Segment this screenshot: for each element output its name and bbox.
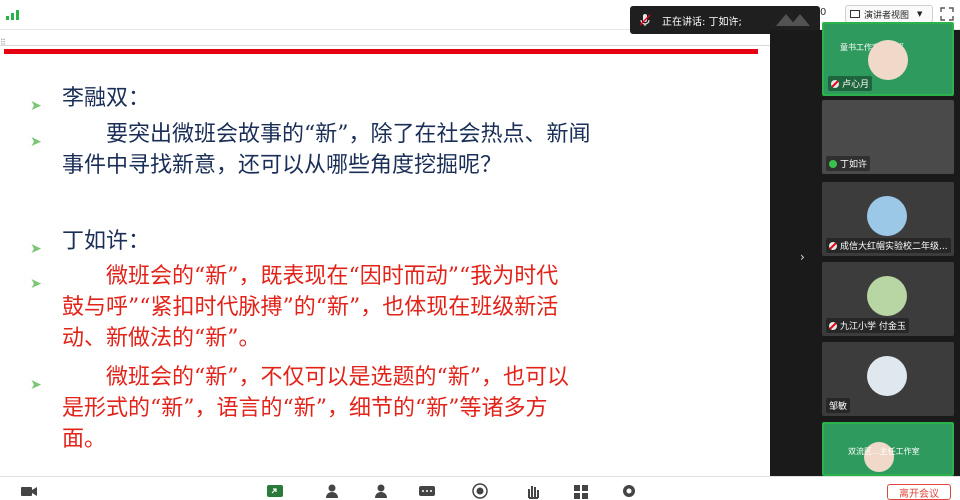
meeting-toolbar (0, 476, 960, 499)
slide-line: 面。 (62, 427, 107, 452)
participant-tile[interactable]: 邹敏 (822, 342, 954, 416)
settings-gear-icon[interactable] (620, 483, 638, 499)
zoom-value: 0 (820, 7, 827, 18)
participant-name: 邹敏 (829, 402, 848, 412)
bullet-arrow-icon: ➤ (30, 377, 42, 393)
slide-paragraph-2: ➤ 要突出微班会故事的“新”，除了在社会热点、新闻 事件中寻找新意，还可以从哪些… (30, 119, 591, 181)
participant-name-label: 九江小学 付金玉 (826, 318, 909, 333)
participant-name: 丁如许 (840, 160, 868, 170)
mic-muted-icon (831, 79, 839, 88)
slide-paragraph-4: ➤ 微班会的“新”，既表现在“因时而动”“我为时代 鼓与呼”“紧扣时代脉搏”的“… (30, 261, 558, 354)
mic-muted-icon (829, 241, 837, 250)
slide-line: 微班会的“新”，不仅可以是选题的“新”，也可以 (106, 365, 569, 390)
participant-avatar (867, 196, 907, 236)
chevron-right-icon[interactable]: › (800, 250, 805, 264)
record-icon[interactable] (471, 483, 489, 499)
bullet-arrow-icon: ➤ (30, 98, 42, 114)
participant-name: 卢心月 (842, 80, 870, 90)
raise-hand-icon[interactable] (524, 483, 542, 499)
mic-active-icon (829, 159, 837, 168)
bullet-arrow-icon: ➤ (30, 276, 42, 292)
participant-name-label: 卢心月 (828, 76, 873, 91)
camera-icon[interactable] (20, 483, 38, 499)
view-layout-icon (850, 10, 860, 18)
slide-line: 丁如许： (62, 229, 151, 254)
participant-tile[interactable]: 成信大红帽实验校二年级... (822, 182, 954, 256)
leave-meeting-button[interactable]: 离开会议 (887, 484, 951, 500)
bullet-arrow-icon: ➤ (30, 134, 42, 150)
participant-name: 九江小学 付金玉 (840, 322, 906, 332)
slide-line: 微班会的“新”，既表现在“因时而动”“我为时代 (106, 264, 559, 289)
apps-icon[interactable] (572, 483, 590, 499)
slide-header-rule (4, 49, 758, 54)
participant-tile[interactable]: 双流区...主任工作室 (822, 422, 954, 476)
participant-tile[interactable]: 丁如许 (822, 100, 954, 174)
chevron-down-icon: ▼ (917, 10, 923, 18)
slide-line: 鼓与呼”“紧扣时代脉搏”的“新”，也体现在班级新活 (62, 295, 559, 320)
app-logo-icon (776, 14, 810, 26)
participant-avatar (867, 276, 907, 316)
participant-video (868, 40, 908, 80)
slide-line: 李融双： (62, 86, 151, 111)
participants-icon[interactable] (372, 483, 390, 499)
speaker-view-button[interactable]: 演讲者视图 ▼ (845, 5, 933, 23)
fullscreen-icon[interactable] (940, 7, 954, 21)
slide-top-divider (0, 45, 770, 46)
slide-line: 是形式的“新”，语言的“新”，细节的“新”等诸多方 (62, 396, 548, 421)
slide-line: 事件中寻找新意，还可以从哪些角度挖掘呢？ (62, 153, 503, 178)
participant-name: 成信大红帽实验校二年级... (840, 242, 948, 252)
slide-line: 要突出微班会故事的“新”，除了在社会热点、新闻 (106, 122, 591, 147)
participant-name-label: 成信大红帽实验校二年级... (826, 238, 951, 253)
speaking-label: 正在讲话: 丁如许; (662, 16, 742, 28)
slide-paragraph-5: ➤ 微班会的“新”，不仅可以是选题的“新”，也可以 是形式的“新”，语言的“新”… (30, 362, 569, 455)
chat-icon[interactable] (418, 483, 436, 499)
participant-tile[interactable]: 童书工作室暑期班 卢心月 (822, 22, 954, 96)
slide-edge-marker: ⠿ (0, 38, 6, 47)
participant-name-label: 丁如许 (826, 156, 871, 171)
mic-muted-icon (829, 321, 837, 330)
microphone-icon (639, 14, 651, 26)
participant-avatar (867, 356, 907, 396)
participant-name: 双流区...主任工作室 (848, 447, 920, 456)
share-screen-icon[interactable] (266, 483, 284, 499)
slide-paragraph-3: ➤ 丁如许： (30, 226, 150, 257)
speaker-view-label: 演讲者视图 (864, 10, 910, 21)
participant-tile[interactable]: 九江小学 付金玉 (822, 262, 954, 336)
slide-paragraph-1: ➤ 李融双： (30, 83, 150, 114)
invite-icon[interactable] (324, 483, 342, 499)
network-signal-icon[interactable] (6, 8, 22, 20)
slide-line: 动、新做法的“新”。 (62, 326, 261, 351)
shared-slide: ➤ 李融双： ➤ 要突出微班会故事的“新”，除了在社会热点、新闻 事件中寻找新意… (0, 56, 770, 476)
participant-name-label: 邹敏 (826, 398, 851, 413)
